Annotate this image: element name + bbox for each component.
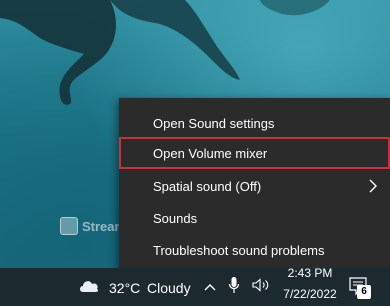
clock-date[interactable]: 7/22/2022: [278, 287, 342, 301]
menu-item-label: Open Volume mixer: [153, 145, 268, 161]
menu-item-label: Open Sound settings: [153, 115, 275, 131]
weather-condition[interactable]: Cloudy: [147, 280, 191, 296]
notification-count-badge: 6: [357, 285, 371, 299]
weather-temperature[interactable]: 32°C: [109, 280, 140, 296]
menu-item-spatial-sound[interactable]: Spatial sound (Off): [119, 170, 390, 202]
microphone-icon[interactable]: [228, 276, 240, 294]
menu-item-label: Spatial sound (Off): [153, 178, 262, 194]
clock-time[interactable]: 2:43 PM: [282, 266, 338, 280]
chevron-right-icon: [369, 179, 377, 193]
sound-context-menu: Open Sound settings Open Volume mixer Sp…: [119, 98, 390, 276]
chevron-up-icon[interactable]: [204, 282, 216, 292]
menu-item-open-sound-settings[interactable]: Open Sound settings: [119, 107, 390, 139]
menu-item-open-volume-mixer[interactable]: Open Volume mixer: [119, 137, 390, 169]
cloud-icon[interactable]: [78, 277, 100, 293]
speaker-icon[interactable]: [252, 278, 270, 292]
streamfox-logo-icon: [60, 217, 78, 235]
menu-item-label: Troubleshoot sound problems: [153, 242, 325, 258]
menu-item-sounds[interactable]: Sounds: [119, 202, 390, 234]
menu-item-troubleshoot-sound[interactable]: Troubleshoot sound problems: [119, 234, 390, 266]
menu-item-label: Sounds: [153, 210, 198, 226]
